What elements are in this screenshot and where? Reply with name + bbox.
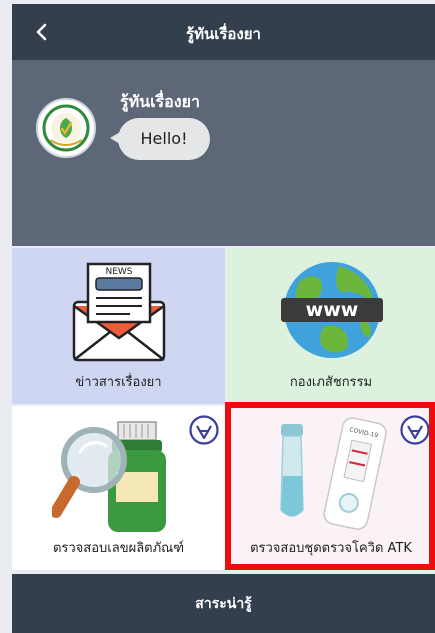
- globe-www-icon: www: [281, 262, 383, 358]
- menu-tile-pharmacy-division[interactable]: www กองเภสัชกรรม: [227, 248, 435, 404]
- chat-message-bubble: Hello!: [110, 118, 210, 160]
- menu-tile-label: ตรวจสอบชุดตรวจโควิด ATK: [250, 541, 412, 556]
- avatar[interactable]: [36, 98, 96, 158]
- verified-check-icon: [400, 415, 430, 445]
- menu-tile-drug-news[interactable]: NEWS ข่าวสารเรื่องยา: [12, 248, 225, 404]
- verified-check-icon: [189, 415, 219, 445]
- menu-tile-label: ตรวจสอบเลขผลิตภัณฑ์: [52, 541, 185, 556]
- menu-tile-product-number-check[interactable]: ตรวจสอบเลขผลิตภัณฑ์: [12, 406, 225, 570]
- www-icon-text: www: [306, 299, 359, 321]
- news-envelope-icon: NEWS: [72, 262, 166, 362]
- menu-tile-atk-check[interactable]: COVID-19 ตรวจสอบชุดตรวจโควิด ATK: [227, 406, 435, 570]
- atk-test-kit-icon: COVID-19: [280, 417, 387, 530]
- page-title: รู้ทันเรื่องยา: [186, 25, 261, 43]
- menu-tile-label: ข่าวสารเรื่องยา: [75, 375, 162, 390]
- app-header: รู้ทันเรื่องยา: [12, 4, 435, 60]
- chat-sender-name: รู้ทันเรื่องยา: [120, 92, 200, 111]
- bottom-menu-label: สาระน่ารู้: [195, 596, 252, 612]
- news-icon-text: NEWS: [105, 267, 132, 277]
- chat-area: รู้ทันเรื่องยา Hello!: [12, 60, 435, 246]
- bottom-menu-bar[interactable]: สาระน่ารู้: [12, 574, 435, 633]
- app-frame: รู้ทันเรื่องยา รู้ทันเรื่องยา Hello! NEW…: [0, 0, 435, 633]
- magnifier-bottle-icon: [52, 421, 166, 532]
- agency-logo-icon: [40, 102, 92, 154]
- menu-grid: NEWS ข่าวสารเรื่องยา www กองเภสัชกรรม ตร…: [12, 248, 435, 570]
- menu-tile-label: กองเภสัชกรรม: [289, 375, 373, 390]
